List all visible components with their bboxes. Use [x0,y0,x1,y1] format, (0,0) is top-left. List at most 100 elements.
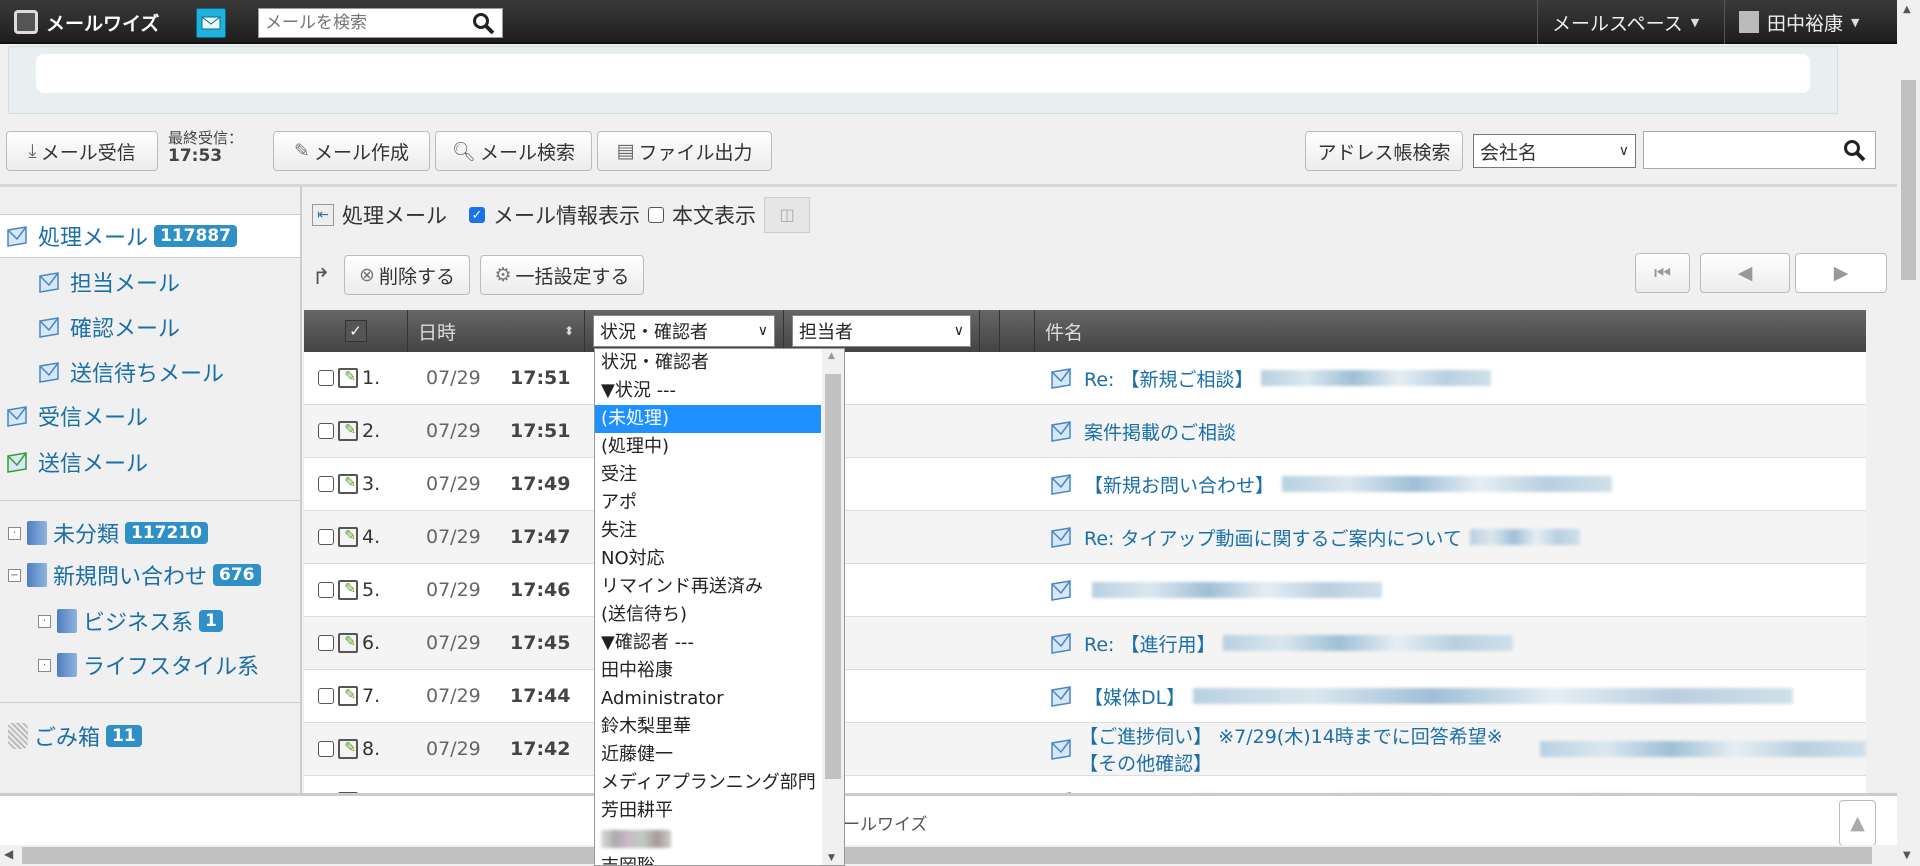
edit-icon[interactable]: ✎ [338,368,358,388]
vertical-scrollbar[interactable]: ▲ ▼ [1897,0,1920,866]
row-subject[interactable]: 【新規お問い合わせ】 [1050,458,1613,510]
edit-icon[interactable]: ✎ [338,686,358,706]
app-logo[interactable]: メールワイズ [14,8,159,36]
dropdown-option[interactable]: (未処理) [595,405,821,433]
address-search-input[interactable] [1643,131,1876,169]
expand-toggle-icon[interactable]: · [8,526,21,540]
scroll-up-icon[interactable]: ▲ [828,351,835,361]
show-info-checkbox[interactable]: ✓ [469,207,485,223]
sidebar-item[interactable]: 受信メール [0,394,300,438]
scroll-up-icon[interactable]: ▲ [1903,4,1911,15]
sort-icon[interactable]: ⬍ [564,324,574,338]
folder-item[interactable]: − 新規問い合わせ 676 [0,553,300,597]
folder-item[interactable]: · ビジネス系 1 [0,599,300,643]
edit-icon[interactable]: ✎ [338,633,358,653]
expand-toggle-icon[interactable]: · [38,658,51,672]
edit-icon[interactable]: ✎ [338,421,358,441]
dropdown-option[interactable]: Administrator [595,685,821,713]
table-row[interactable]: ✎ 7. 07/29 17:44 【媒体DL】 [304,670,1866,723]
row-checkbox[interactable] [318,423,334,439]
horizontal-scrollbar[interactable]: ◀ [0,845,1897,866]
edit-icon[interactable]: ✎ [338,527,358,547]
row-checkbox[interactable] [318,476,334,492]
table-row[interactable]: ✎ 4. 07/29 17:47 Re: タイアップ動画に関するご案内について [304,511,1866,564]
mailspace-menu[interactable]: メールスペース ▼ [1537,0,1724,44]
dropdown-option[interactable]: 吉岡聡 [595,853,821,865]
assignee-filter-select[interactable]: 担当者 ∨ [792,315,971,347]
row-subject[interactable]: Re: 【進行用】 [1050,617,1514,669]
sidebar-item[interactable]: 確認メール [0,305,300,349]
collapse-sidebar-icon[interactable]: ⇤ [312,204,334,226]
row-checkbox[interactable] [318,741,334,757]
next-page-button[interactable]: ▶ [1795,253,1887,293]
compose-mail-button[interactable]: ✎ メール作成 [273,131,430,171]
row-checkbox[interactable] [318,582,334,598]
address-field-select[interactable]: 会社名 ∨ [1473,134,1636,168]
table-row[interactable]: ✎ 6. 07/29 17:45 Re: 【進行用】 [304,617,1866,670]
dropdown-option[interactable]: ▼状況 --- [595,377,821,405]
dropdown-option[interactable] [595,825,821,853]
dropdown-option[interactable]: 芳田耕平 [595,797,821,825]
first-page-button[interactable]: ⏮ [1635,253,1690,293]
edit-icon[interactable]: ✎ [338,739,358,759]
delete-button[interactable]: ⊗ 削除する [344,255,470,295]
row-subject[interactable]: 【媒体DL】 [1050,776,1693,793]
datetime-column-header[interactable]: 日時 ⬍ [408,310,585,352]
dropdown-option[interactable]: アポ [595,489,821,517]
row-subject[interactable] [1050,564,1382,616]
row-subject[interactable]: 案件掲載のご相談 [1050,405,1236,457]
table-row[interactable]: ✎9. 07/29 17:41 【媒体DL】 [304,776,1866,793]
show-body-checkbox[interactable] [648,207,664,223]
row-subject[interactable]: Re: 【新規ご相談】 [1050,352,1492,404]
table-row[interactable]: ✎ 8. 07/29 17:42 【ご進捗伺い】 ※7/29(木)14時までに回答希望※… [304,723,1866,776]
dropdown-option[interactable]: NO対応 [595,545,821,573]
dropdown-option[interactable]: 受注 [595,461,821,489]
address-book-search-button[interactable]: アドレス帳検索 [1305,131,1463,171]
row-subject[interactable]: Re: タイアップ動画に関するご案内について [1050,511,1580,563]
subject-column-header[interactable]: 件名 [1035,310,1866,352]
row-checkbox[interactable] [318,370,334,386]
row-subject[interactable]: 【媒体DL】 [1050,670,1794,722]
row-checkbox[interactable] [318,688,334,704]
table-row[interactable]: ✎ 1. 07/29 17:51 Re: 【新規ご相談】 [304,352,1866,405]
dropdown-option[interactable]: 失注 [595,517,821,545]
sidebar-item[interactable]: 担当メール [0,260,300,304]
status-filter-select[interactable]: 状況・確認者 ∨ [593,315,775,347]
row-checkbox[interactable] [318,635,334,651]
folder-item[interactable]: · 未分類 117210 [0,511,300,555]
layout-toggle-button[interactable]: ◫ [764,197,810,233]
user-menu[interactable]: 田中裕康 ▼ [1724,0,1897,44]
sidebar-item[interactable]: 送信メール [0,440,300,484]
dropdown-option[interactable]: (送信待ち) [595,601,821,629]
scroll-down-icon[interactable]: ▼ [1903,850,1911,861]
edit-icon[interactable]: ✎ [338,474,358,494]
file-export-button[interactable]: ▤ ファイル出力 [597,131,772,171]
dropdown-option[interactable]: 近藤健一 [595,741,821,769]
search-icon[interactable] [1843,139,1867,163]
table-row[interactable]: ✎ 5. 07/29 17:46 [304,564,1866,617]
row-checkbox[interactable] [318,529,334,545]
table-row[interactable]: ✎ 2. 07/29 17:51 案件掲載のご相談 [304,405,1866,458]
dropdown-option[interactable]: 田中裕康 [595,657,821,685]
folder-item[interactable]: · ライフスタイル系 [0,643,300,687]
scrollbar-thumb[interactable] [1901,80,1916,280]
table-row[interactable]: ✎ 3. 07/29 17:49 【新規お問い合わせ】 [304,458,1866,511]
mail-search-input[interactable] [265,13,465,33]
edit-icon[interactable]: ✎ [338,580,358,600]
sidebar-item-trash[interactable]: ごみ箱 11 [0,714,300,758]
previous-page-button[interactable]: ◀ [1700,253,1790,293]
sidebar-item[interactable]: 送信待ちメール [0,350,300,394]
dropdown-scroll-thumb[interactable] [825,374,841,779]
dropdown-option[interactable]: 状況・確認者 [595,349,821,377]
scroll-left-icon[interactable]: ◀ [4,847,13,861]
bulk-settings-button[interactable]: ⚙ 一括設定する [480,255,644,295]
search-icon[interactable] [472,12,496,36]
scrollbar-thumb[interactable] [22,847,1872,864]
dropdown-scrollbar[interactable]: ▲ ▼ [822,349,844,865]
dropdown-option[interactable]: メディアプランニング部門 [595,769,821,797]
select-all-checkbox[interactable]: ✓ [344,320,367,342]
dropdown-option[interactable]: 鈴木梨里華 [595,713,821,741]
expand-toggle-icon[interactable]: − [8,568,21,582]
search-mail-button[interactable]: 🔍︎ メール検索 [435,131,592,171]
sidebar-item[interactable]: 処理メール 117887 [0,214,300,258]
